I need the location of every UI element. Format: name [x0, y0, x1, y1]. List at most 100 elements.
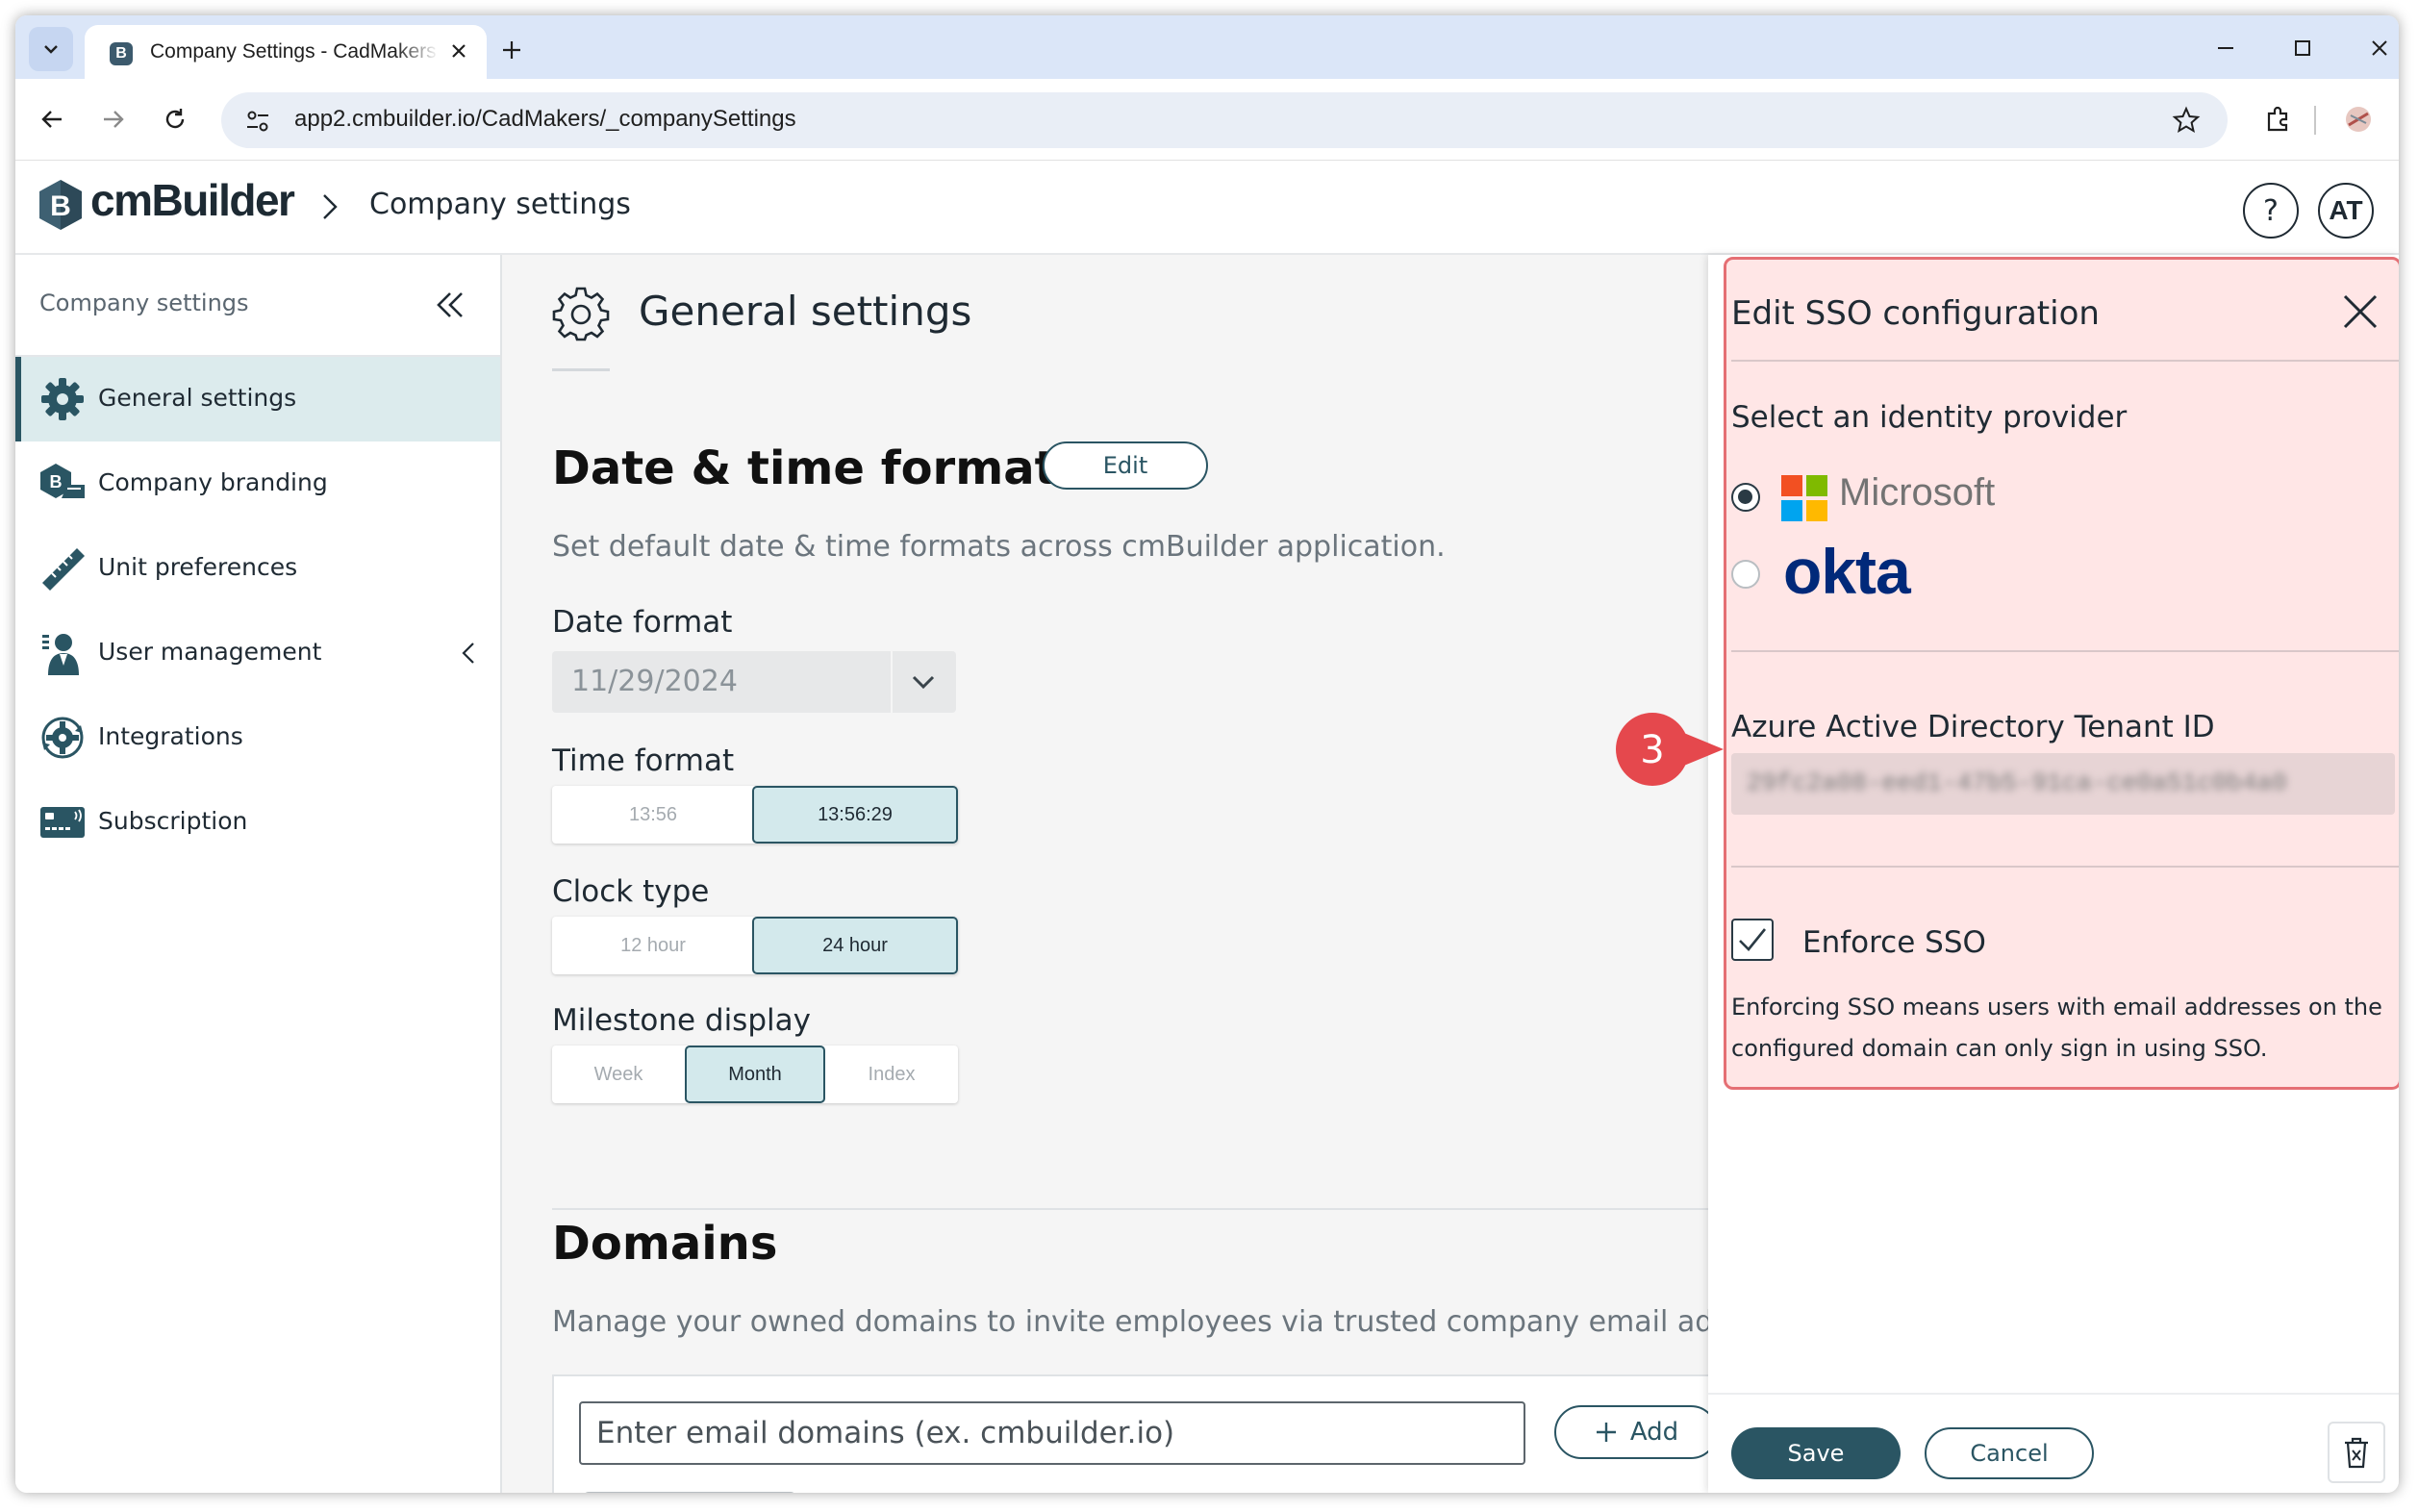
tenant-id-input[interactable]: 29fc2a08-eed1-47b5-91ca-ce0a51c0b4a0	[1731, 753, 2395, 815]
collapse-sidebar-icon[interactable]	[429, 284, 471, 326]
profile-button[interactable]	[2337, 98, 2380, 140]
site-info-icon[interactable]	[244, 108, 271, 135]
datetime-heading: Date & time formats	[552, 441, 1085, 495]
app-header: B cmBuilder Company settings ? AT	[15, 161, 2399, 255]
datetime-description: Set default date & time formats across c…	[552, 530, 1446, 564]
close-panel-icon[interactable]	[2339, 290, 2381, 333]
time-option-short[interactable]: 13:56	[552, 786, 754, 844]
panel-divider	[1731, 360, 2399, 362]
ruler-icon	[42, 548, 85, 591]
sidebar: Company settings General settings B Comp…	[15, 255, 502, 1493]
chevron-right-icon	[323, 194, 338, 219]
date-format-select[interactable]: 11/29/2024	[552, 651, 956, 713]
sidebar-item-company-branding[interactable]: B Company branding	[15, 441, 500, 526]
clock-option-12[interactable]: 12 hour	[552, 917, 754, 974]
domains-description: Manage your owned domains to invite empl…	[552, 1305, 1708, 1339]
new-tab-button[interactable]	[491, 29, 533, 71]
enforce-sso-checkbox[interactable]	[1731, 919, 1774, 961]
svg-text:B: B	[50, 190, 71, 222]
chevron-down-icon	[912, 675, 935, 690]
callout-number: 3	[1640, 728, 1664, 772]
sidebar-item-label: Subscription	[98, 807, 248, 835]
sidebar-item-user-management[interactable]: User management	[15, 611, 500, 695]
enforce-sso-label: Enforce SSO	[1802, 925, 1986, 960]
star-icon[interactable]	[2172, 106, 2201, 135]
sidebar-item-label: General settings	[98, 384, 297, 412]
chevron-down-icon	[44, 45, 58, 54]
tab-strip: B Company Settings - CadMakers	[15, 15, 2399, 79]
extensions-button[interactable]	[2256, 98, 2299, 140]
user-avatar-button[interactable]: AT	[2318, 183, 2374, 239]
milestone-option-month[interactable]: Month	[685, 1046, 825, 1103]
profile-avatar-icon	[2346, 107, 2371, 132]
panel-divider	[1731, 650, 2399, 652]
section-divider	[552, 1208, 1708, 1210]
subscription-icon	[40, 807, 85, 838]
branding-icon: B	[40, 464, 85, 498]
cancel-button[interactable]: Cancel	[1925, 1427, 2094, 1479]
help-icon: ?	[2263, 193, 2279, 228]
sidebar-item-label: User management	[98, 638, 322, 666]
add-domain-button[interactable]: Add	[1554, 1405, 1708, 1459]
reload-icon	[165, 109, 185, 129]
minimize-button[interactable]	[2206, 31, 2245, 65]
chevron-left-icon[interactable]	[454, 638, 483, 668]
gear-outline-icon	[552, 287, 610, 341]
radio-okta[interactable]	[1731, 560, 1760, 589]
address-bar[interactable]: app2.cmbuilder.io/CadMakers/_companySett…	[221, 92, 2228, 148]
sidebar-item-general-settings[interactable]: General settings	[15, 357, 500, 441]
main-content: General settings Date & time formats Edi…	[502, 255, 1708, 1493]
close-icon	[452, 44, 466, 58]
browser-window: B Company Settings - CadMakers app2.cmbu…	[15, 15, 2399, 1493]
help-button[interactable]: ?	[2243, 183, 2299, 239]
radio-microsoft[interactable]	[1731, 483, 1760, 512]
checkmark-icon	[1739, 928, 1767, 951]
plus-icon	[503, 41, 520, 59]
tab-search-button[interactable]	[29, 27, 73, 71]
browser-toolbar: app2.cmbuilder.io/CadMakers/_companySett…	[15, 79, 2399, 161]
window-close-button[interactable]	[2360, 31, 2399, 65]
domain-chip[interactable]	[583, 1492, 796, 1493]
tenant-id-value: 29fc2a08-eed1-47b5-91ca-ce0a51c0b4a0	[1747, 769, 2287, 797]
sidebar-item-unit-preferences[interactable]: Unit preferences	[15, 526, 500, 611]
sidebar-title: Company settings	[39, 290, 249, 316]
url-text: app2.cmbuilder.io/CadMakers/_companySett…	[294, 106, 796, 132]
date-format-label: Date format	[552, 605, 733, 640]
sidebar-item-label: Company branding	[98, 468, 328, 496]
tenant-id-label: Azure Active Directory Tenant ID	[1731, 710, 2215, 744]
clock-option-24[interactable]: 24 hour	[752, 917, 958, 974]
tab-close-button[interactable]	[444, 37, 473, 65]
toolbar-divider	[2314, 106, 2316, 135]
maximize-icon	[2295, 40, 2310, 56]
maximize-button[interactable]	[2283, 31, 2322, 65]
milestone-display-toggle: Week Month Index	[552, 1046, 958, 1103]
cmbuilder-logo-icon[interactable]: B	[37, 178, 85, 232]
close-icon	[2372, 40, 2387, 56]
time-format-toggle: 13:56 13:56:29	[552, 786, 958, 844]
time-option-long[interactable]: 13:56:29	[752, 786, 958, 844]
okta-label[interactable]: okta	[1783, 535, 1911, 608]
tab-title: Company Settings - CadMakers	[150, 40, 437, 63]
page-title: General settings	[639, 288, 972, 335]
domains-heading: Domains	[552, 1217, 778, 1271]
sidebar-item-integrations[interactable]: Integrations	[15, 695, 500, 780]
milestone-option-week[interactable]: Week	[552, 1046, 685, 1103]
milestone-option-index[interactable]: Index	[825, 1046, 958, 1103]
delete-sso-button[interactable]	[2328, 1422, 2385, 1483]
back-button[interactable]	[31, 98, 73, 140]
edit-datetime-button[interactable]: Edit	[1043, 441, 1208, 490]
user-icon	[42, 634, 79, 675]
highlight-box	[1724, 257, 2399, 1090]
email-domain-input[interactable]	[579, 1401, 1525, 1465]
clock-type-toggle: 12 hour 24 hour	[552, 917, 958, 974]
microsoft-label[interactable]: Microsoft	[1839, 471, 1995, 515]
sidebar-item-label: Integrations	[98, 722, 243, 750]
browser-tab[interactable]: B Company Settings - CadMakers	[85, 25, 487, 79]
forward-button[interactable]	[92, 98, 135, 140]
reload-button[interactable]	[154, 98, 196, 140]
arrow-left-icon	[41, 111, 62, 128]
logo-text[interactable]: cmBuilder	[90, 174, 295, 226]
microsoft-logo-icon	[1781, 475, 1827, 521]
save-button[interactable]: Save	[1731, 1427, 1901, 1479]
sidebar-item-subscription[interactable]: Subscription	[15, 780, 500, 865]
